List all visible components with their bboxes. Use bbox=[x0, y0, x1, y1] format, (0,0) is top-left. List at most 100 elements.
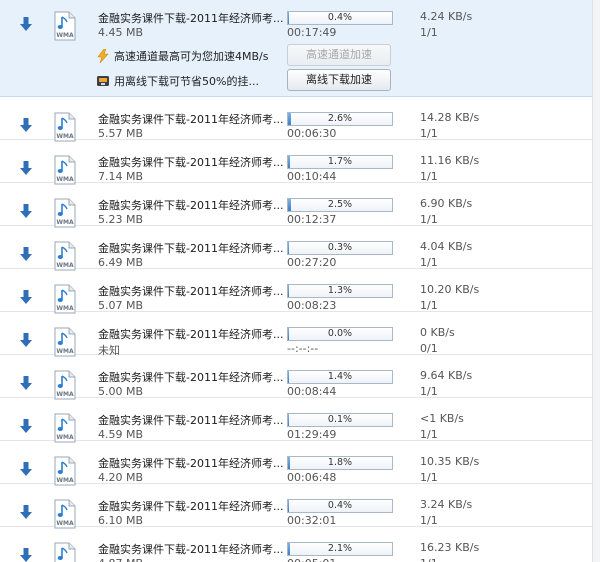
progress-percent: 2.1% bbox=[327, 543, 353, 554]
connection-count: 0/1 bbox=[420, 342, 438, 355]
svg-text:WMA: WMA bbox=[56, 219, 74, 226]
progress-bar: 1.7% bbox=[287, 155, 393, 169]
arrow-down-icon[interactable] bbox=[19, 504, 33, 520]
download-speed: 6.90 KB/s bbox=[420, 197, 473, 210]
file-name: 金融实务课件下载-2011年经济师考... bbox=[98, 113, 284, 126]
download-row[interactable]: WMA 金融实务课件下载-2011年经济师考... 6.10 MB 0.4% 0… bbox=[0, 484, 600, 529]
time-remaining: 01:29:49 bbox=[287, 428, 337, 441]
file-name: 金融实务课件下载-2011年经济师考... bbox=[98, 371, 284, 384]
download-row[interactable]: WMA 金融实务课件下载-2011年经济师考... 5.00 MB 1.4% 0… bbox=[0, 355, 600, 400]
progress-bar: 2.1% bbox=[287, 542, 393, 556]
progress-bar: 0.4% bbox=[287, 11, 393, 25]
download-row[interactable]: WMA 金融实务课件下载-2011年经济师考... 4.87 MB 2.1% 0… bbox=[0, 527, 600, 562]
svg-text:WMA: WMA bbox=[56, 32, 74, 39]
arrow-down-icon[interactable] bbox=[19, 117, 33, 133]
progress-bar: 0.4% bbox=[287, 499, 393, 513]
connection-count: 1/1 bbox=[420, 213, 438, 226]
file-name: 金融实务课件下载-2011年经济师考... bbox=[98, 543, 284, 556]
file-name: 金融实务课件下载-2011年经济师考... bbox=[98, 156, 284, 169]
wma-file-icon: WMA bbox=[54, 155, 76, 185]
scrollbar-track[interactable] bbox=[592, 0, 600, 562]
connection-count: 1/1 bbox=[420, 385, 438, 398]
arrow-down-icon[interactable] bbox=[19, 16, 33, 32]
progress-bar: 1.8% bbox=[287, 456, 393, 470]
connection-count: 1/1 bbox=[420, 127, 438, 140]
progress-percent: 1.3% bbox=[327, 285, 353, 296]
time-remaining: 00:08:44 bbox=[287, 385, 337, 398]
download-speed: 16.23 KB/s bbox=[420, 541, 480, 554]
wma-file-icon: WMA bbox=[54, 198, 76, 228]
connection-count: 1/1 bbox=[420, 299, 438, 312]
svg-text:WMA: WMA bbox=[56, 262, 74, 269]
file-size: 4.45 MB bbox=[98, 26, 144, 39]
download-speed: 0 KB/s bbox=[420, 326, 455, 339]
download-row[interactable]: WMA 金融实务课件下载-2011年经济师考... 5.07 MB 1.3% 0… bbox=[0, 269, 600, 314]
download-row[interactable]: WMA 金融实务课件下载-2011年经济师考... 未知 0.0% --:--:… bbox=[0, 312, 600, 357]
download-row[interactable]: WMA 金融实务课件下载-2011年经济师考... 4.45 MB 0.4% 0… bbox=[0, 0, 600, 97]
progress-percent: 0.4% bbox=[327, 500, 353, 511]
download-row[interactable]: WMA 金融实务课件下载-2011年经济师考... 5.57 MB 2.6% 0… bbox=[0, 97, 600, 142]
svg-text:WMA: WMA bbox=[56, 176, 74, 183]
time-remaining: --:--:-- bbox=[287, 342, 319, 355]
arrow-down-icon[interactable] bbox=[19, 160, 33, 176]
connection-count: 1/1 bbox=[420, 26, 438, 39]
offline-promo: 用离线下载可节省50%的挂... bbox=[96, 73, 259, 89]
turbo-accelerate-button[interactable]: 高速通道加速 bbox=[287, 44, 391, 66]
file-size: 5.57 MB bbox=[98, 127, 144, 140]
wma-file-icon: WMA bbox=[54, 327, 76, 357]
download-row[interactable]: WMA 金融实务课件下载-2011年经济师考... 5.23 MB 2.5% 0… bbox=[0, 183, 600, 228]
progress-percent: 0.1% bbox=[327, 414, 353, 425]
file-size: 4.59 MB bbox=[98, 428, 144, 441]
arrow-down-icon[interactable] bbox=[19, 246, 33, 262]
file-name: 金融实务课件下载-2011年经济师考... bbox=[98, 285, 284, 298]
time-remaining: 00:05:01 bbox=[287, 557, 336, 562]
time-remaining: 00:06:48 bbox=[287, 471, 337, 484]
svg-text:WMA: WMA bbox=[56, 477, 74, 484]
file-size: 5.23 MB bbox=[98, 213, 144, 226]
arrow-down-icon[interactable] bbox=[19, 332, 33, 348]
progress-percent: 1.7% bbox=[327, 156, 353, 167]
progress-percent: 0.3% bbox=[327, 242, 353, 253]
lightning-icon bbox=[97, 49, 109, 63]
wma-file-icon: WMA bbox=[54, 499, 76, 529]
download-speed: 3.24 KB/s bbox=[420, 498, 473, 511]
download-speed: 10.35 KB/s bbox=[420, 455, 480, 468]
download-row[interactable]: WMA 金融实务课件下载-2011年经济师考... 4.59 MB 0.1% 0… bbox=[0, 398, 600, 443]
svg-text:WMA: WMA bbox=[56, 305, 74, 312]
time-remaining: 00:08:23 bbox=[287, 299, 337, 312]
connection-count: 1/1 bbox=[420, 514, 438, 527]
offline-accelerate-button[interactable]: 离线下载加速 bbox=[287, 69, 391, 91]
progress-bar: 2.6% bbox=[287, 112, 393, 126]
file-size: 6.10 MB bbox=[98, 514, 144, 527]
connection-count: 1/1 bbox=[420, 170, 438, 183]
arrow-down-icon[interactable] bbox=[19, 289, 33, 305]
wma-file-icon: WMA bbox=[54, 370, 76, 400]
file-name: 金融实务课件下载-2011年经济师考... bbox=[98, 457, 284, 470]
time-remaining: 00:06:30 bbox=[287, 127, 337, 140]
file-size: 4.87 MB bbox=[98, 557, 143, 562]
file-name: 金融实务课件下载-2011年经济师考... bbox=[98, 199, 284, 212]
svg-text:WMA: WMA bbox=[56, 391, 74, 398]
arrow-down-icon[interactable] bbox=[19, 203, 33, 219]
file-name: 金融实务课件下载-2011年经济师考... bbox=[98, 414, 284, 427]
wma-file-icon: WMA bbox=[54, 241, 76, 271]
arrow-down-icon[interactable] bbox=[19, 375, 33, 391]
progress-bar: 0.0% bbox=[287, 327, 393, 341]
connection-count: 1/1 bbox=[420, 256, 438, 269]
download-row[interactable]: WMA 金融实务课件下载-2011年经济师考... 6.49 MB 0.3% 0… bbox=[0, 226, 600, 271]
wma-file-icon: WMA bbox=[54, 456, 76, 486]
progress-percent: 1.8% bbox=[327, 457, 353, 468]
arrow-down-icon[interactable] bbox=[19, 461, 33, 477]
offline-download-icon bbox=[97, 76, 109, 86]
svg-text:WMA: WMA bbox=[56, 133, 74, 140]
file-name: 金融实务课件下载-2011年经济师考... bbox=[98, 500, 284, 513]
arrow-down-icon[interactable] bbox=[19, 418, 33, 434]
progress-bar: 2.5% bbox=[287, 198, 393, 212]
arrow-down-icon[interactable] bbox=[19, 547, 33, 562]
download-row[interactable]: WMA 金融实务课件下载-2011年经济师考... 4.20 MB 1.8% 0… bbox=[0, 441, 600, 486]
download-row[interactable]: WMA 金融实务课件下载-2011年经济师考... 7.14 MB 1.7% 0… bbox=[0, 140, 600, 185]
download-speed: <1 KB/s bbox=[420, 412, 464, 425]
file-size: 4.20 MB bbox=[98, 471, 144, 484]
connection-count: 1/1 bbox=[420, 428, 438, 441]
wma-file-icon: WMA bbox=[54, 112, 76, 142]
